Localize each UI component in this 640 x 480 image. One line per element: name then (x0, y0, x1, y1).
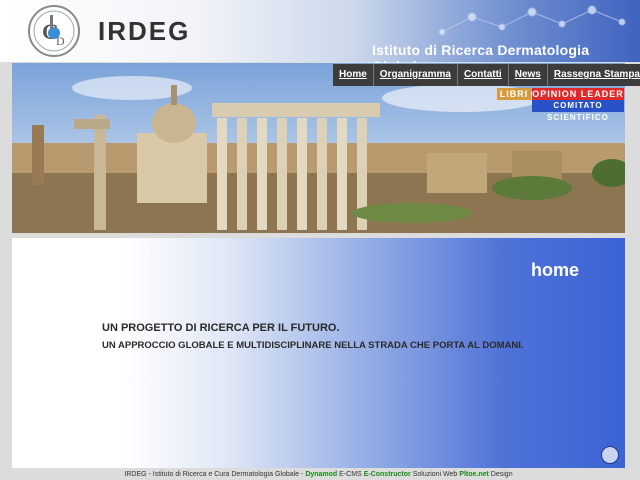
site-header: G D IRDEG Istituto di Ricerca Dermatolog… (0, 0, 640, 74)
nav-rassegna-stampa[interactable]: Rassegna Stampa (548, 64, 640, 86)
nav-news[interactable]: News (509, 64, 548, 86)
tagline-secondary: UN APPROCCIO GLOBALE E MULTIDISCIPLINARE… (102, 340, 524, 351)
libri-link[interactable]: LIBRI (497, 88, 531, 100)
irdeg-logo[interactable]: G D (28, 5, 80, 57)
footer-link-pltoe[interactable]: Pltoe.net (459, 471, 489, 478)
page-title: home (530, 260, 579, 280)
corner-logo-icon (601, 446, 619, 464)
nav-organigramma[interactable]: Organigramma (374, 64, 458, 86)
footer-text-1: IRDEG - Istituto di Ricerca e Cura Derma… (124, 471, 304, 478)
footer-text-2: E-CMS (339, 471, 362, 478)
nav-home[interactable]: Home (333, 64, 374, 86)
footer-text-3: Soluzioni Web (412, 471, 458, 478)
footer-link-econstructor[interactable]: E-Constructor (364, 471, 411, 478)
svg-text:D: D (56, 34, 65, 48)
main-content: home UN PROGETTO DI RICERCA PER IL FUTUR… (12, 238, 625, 468)
tagline-primary: UN PROGETTO DI RICERCA PER IL FUTURO. (102, 322, 340, 334)
comitato-scientifico-link[interactable]: COMITATO SCIENTIFICO (532, 100, 624, 122)
footer-link-dynamod[interactable]: Dynamod (305, 471, 337, 478)
nav-contatti[interactable]: Contatti (458, 64, 509, 86)
brand-name: IRDEG (98, 16, 191, 46)
opinion-leader-link[interactable]: OPINION LEADER (532, 88, 624, 100)
logo-emblem-icon: G D (33, 10, 75, 52)
site-footer: IRDEG - Istituto di Ricerca e Cura Derma… (12, 470, 625, 480)
molecule-decoration-icon (438, 5, 626, 36)
footer-text-4: Design (490, 471, 513, 478)
main-nav: Home Organigramma Contatti News Rassegna… (333, 64, 640, 86)
